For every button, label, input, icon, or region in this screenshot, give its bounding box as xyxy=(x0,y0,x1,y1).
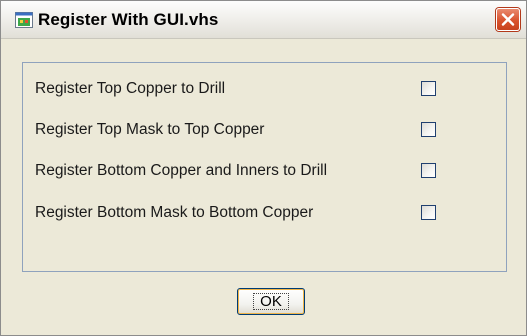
register-top-copper-drill-checkbox[interactable] xyxy=(421,81,436,96)
app-window-icon xyxy=(15,12,33,28)
ok-button[interactable]: OK xyxy=(237,288,305,315)
option-label: Register Top Copper to Drill xyxy=(35,80,226,97)
option-label: Register Top Mask to Top Copper xyxy=(35,121,265,138)
option-label: Register Bottom Mask to Bottom Copper xyxy=(35,204,314,221)
register-bottom-mask-copper-checkbox[interactable] xyxy=(421,205,436,220)
option-row-bottom-mask-copper: Register Bottom Mask to Bottom Copper xyxy=(35,202,445,226)
option-row-top-mask-copper: Register Top Mask to Top Copper xyxy=(35,119,445,143)
register-bottom-copper-inners-drill-checkbox[interactable] xyxy=(421,163,436,178)
option-row-top-copper-drill: Register Top Copper to Drill xyxy=(35,78,445,102)
dialog-window: Register With GUI.vhs Register Top Coppe… xyxy=(0,0,527,336)
close-button[interactable] xyxy=(496,8,520,31)
register-top-mask-copper-checkbox[interactable] xyxy=(421,122,436,137)
close-icon xyxy=(501,13,515,26)
option-row-bottom-copper-inners-drill: Register Bottom Copper and Inners to Dri… xyxy=(35,160,445,184)
window-title: Register With GUI.vhs xyxy=(38,10,219,29)
ok-button-label: OK xyxy=(253,293,289,310)
title-bar[interactable]: Register With GUI.vhs xyxy=(1,1,526,39)
option-label: Register Bottom Copper and Inners to Dri… xyxy=(35,162,328,179)
